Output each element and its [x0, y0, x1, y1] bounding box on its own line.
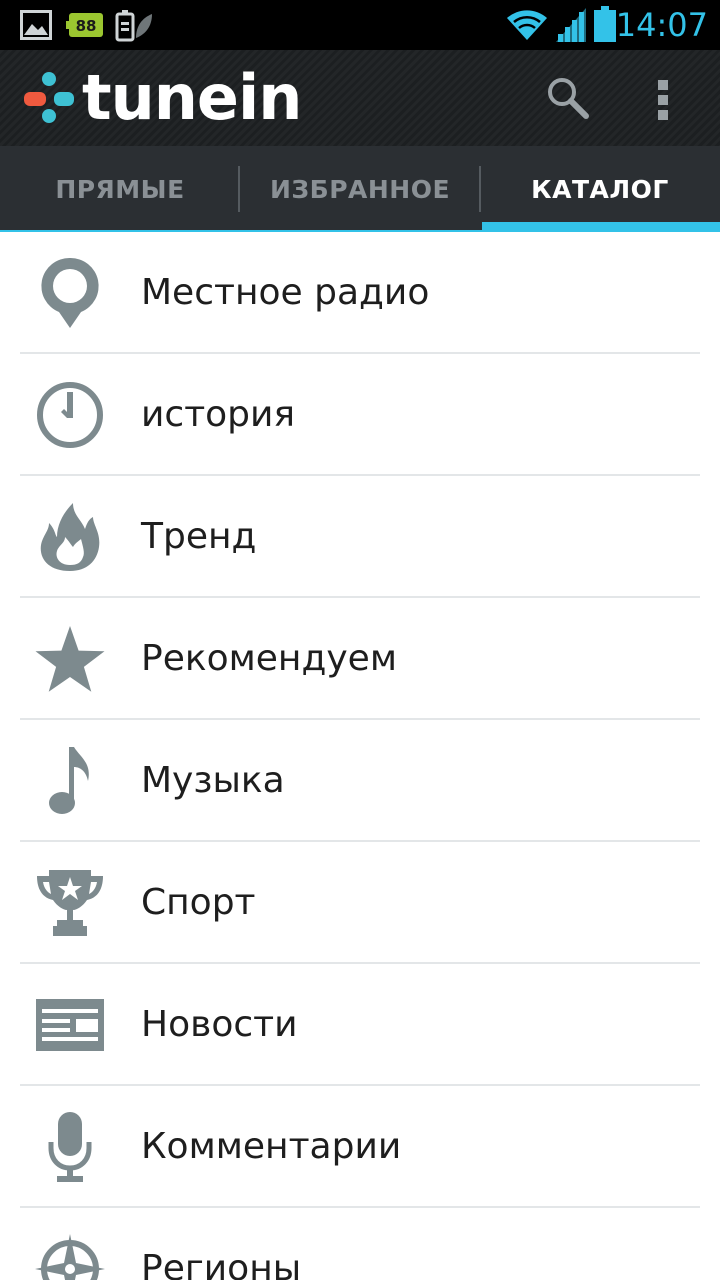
list-item-label: Местное радио [141, 272, 430, 313]
list-item[interactable]: Новости [0, 964, 720, 1086]
list-item-label: Регионы [141, 1248, 302, 1280]
list-item[interactable]: история [0, 354, 720, 476]
list-item-label: Рекомендуем [141, 638, 397, 679]
tab-live[interactable]: ПРЯМЫЕ [0, 146, 240, 232]
action-bar: tunein [0, 50, 720, 146]
list-item-label: Спорт [141, 882, 256, 923]
flame-icon [30, 500, 110, 574]
tab-divider [479, 166, 481, 212]
app-title: tunein [82, 61, 302, 134]
clock-icon [30, 378, 110, 452]
music-note-icon [30, 744, 110, 818]
list-item-label: Комментарии [141, 1126, 402, 1167]
battery-notification-icon: 88 [66, 13, 103, 37]
tunein-logo-icon [24, 72, 74, 123]
battery-badge-text: 88 [76, 17, 97, 35]
list-item-label: Музыка [141, 760, 285, 801]
eco-battery-icon [115, 10, 152, 42]
tab-catalog[interactable]: КАТАЛОГ [480, 146, 720, 232]
wifi-icon [507, 10, 547, 40]
star-icon [30, 622, 110, 696]
gallery-notification-icon [20, 10, 52, 40]
trophy-icon [30, 866, 110, 940]
signal-icon [556, 8, 586, 42]
active-tab-indicator [482, 222, 720, 232]
status-clock: 14:07 [615, 6, 708, 44]
list-item[interactable]: Регионы [0, 1208, 720, 1280]
catalog-list: Местное радио история Тренд Рекомендуем … [0, 232, 720, 1280]
list-item-label: история [141, 394, 296, 435]
list-item[interactable]: Рекомендуем [0, 598, 720, 720]
overflow-menu-icon[interactable] [654, 78, 674, 122]
tab-bar: ПРЯМЫЕ ИЗБРАННОЕ КАТАЛОГ [0, 146, 720, 232]
list-item-label: Тренд [141, 516, 257, 557]
tab-favorites[interactable]: ИЗБРАННОЕ [240, 146, 480, 232]
list-item-label: Новости [141, 1004, 298, 1045]
newspaper-icon [30, 988, 110, 1062]
list-item[interactable]: Комментарии [0, 1086, 720, 1208]
tab-divider [238, 166, 240, 212]
microphone-icon [30, 1110, 110, 1184]
status-bar: 88 14:07 [0, 0, 720, 50]
compass-icon [30, 1232, 110, 1280]
list-item[interactable]: Тренд [0, 476, 720, 598]
list-item[interactable]: Спорт [0, 842, 720, 964]
list-item[interactable]: Местное радио [0, 232, 720, 354]
search-icon[interactable] [546, 76, 590, 120]
location-pin-icon [30, 256, 110, 330]
battery-icon [594, 6, 616, 42]
list-item[interactable]: Музыка [0, 720, 720, 842]
